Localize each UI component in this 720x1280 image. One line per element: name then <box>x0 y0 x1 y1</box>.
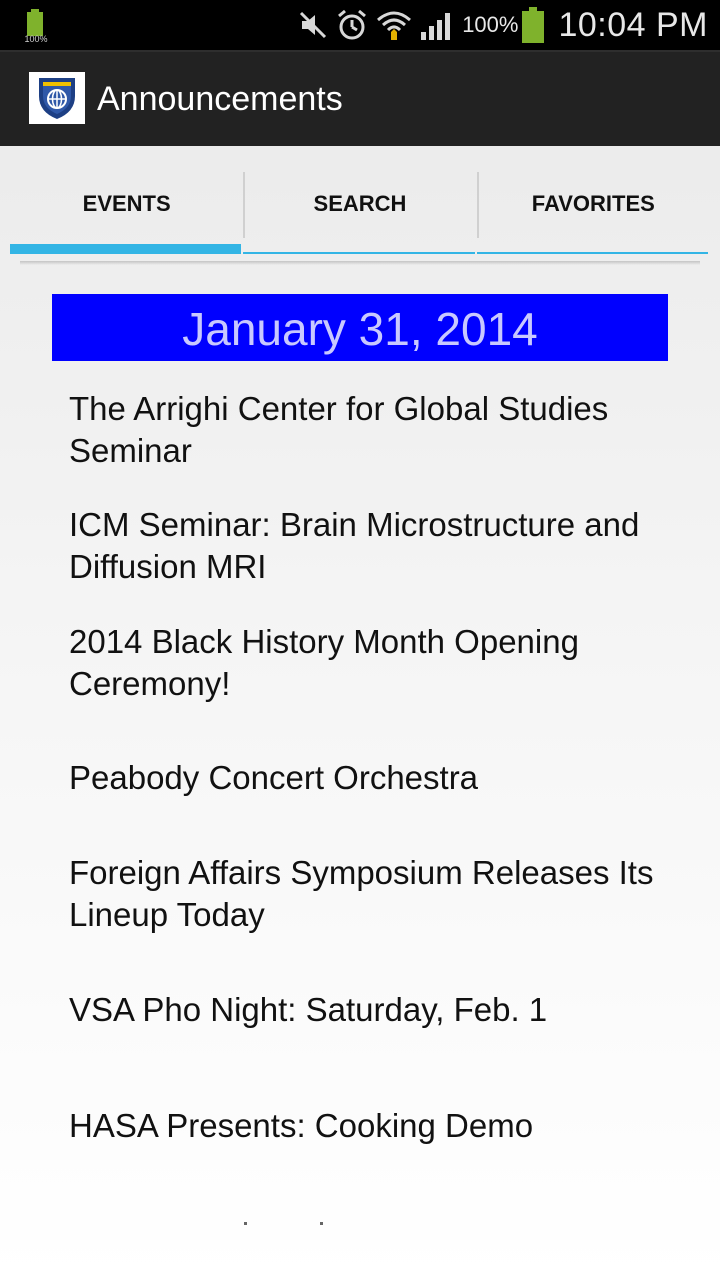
tab-favorites-label: FAVORITES <box>531 191 655 216</box>
tab-events-indicator <box>10 244 242 254</box>
scroll-fade-remnant <box>244 1222 323 1225</box>
signal-icon <box>420 10 454 40</box>
status-bar: 100% 100% 10:04 PM <box>0 0 720 50</box>
tab-favorites-indicator <box>476 252 708 254</box>
status-icons: 100% 10:04 PM <box>298 0 720 50</box>
list-item[interactable]: HASA Presents: Cooking Demo <box>69 1105 669 1147</box>
tab-favorites[interactable]: FAVORITES <box>476 170 710 254</box>
battery-percent: 100% <box>462 12 519 37</box>
mute-icon <box>298 10 328 40</box>
tab-bar: EVENTS SEARCH FAVORITES <box>10 170 710 254</box>
wifi-icon <box>376 8 412 42</box>
tab-search-label: SEARCH <box>313 191 407 216</box>
list-item[interactable]: ICM Seminar: Brain Microstructure and Di… <box>69 504 669 588</box>
tab-search-indicator <box>243 252 475 254</box>
tab-events[interactable]: EVENTS <box>10 170 243 254</box>
date-header: January 31, 2014 <box>52 294 668 361</box>
battery-notification-icon: 100% <box>22 8 48 44</box>
list-item[interactable]: VSA Pho Night: Saturday, Feb. 1 <box>69 989 669 1031</box>
tab-divider <box>20 261 700 265</box>
list-item[interactable]: Foreign Affairs Symposium Releases Its L… <box>69 852 669 936</box>
action-bar: Announcements <box>0 50 720 146</box>
tab-events-label: EVENTS <box>82 191 171 216</box>
clock: 10:04 PM <box>558 5 708 44</box>
tab-search[interactable]: SEARCH <box>243 170 476 254</box>
list-item[interactable]: Peabody Concert Orchestra <box>69 757 669 799</box>
university-shield-logo[interactable] <box>29 72 85 124</box>
battery-notification-percent: 100% <box>24 34 48 44</box>
page-title: Announcements <box>97 80 343 118</box>
list-item[interactable]: The Arrighi Center for Global Studies Se… <box>69 388 669 472</box>
alarm-icon <box>336 9 368 41</box>
battery-icon <box>522 7 545 43</box>
list-item[interactable]: 2014 Black History Month Opening Ceremon… <box>69 621 669 705</box>
